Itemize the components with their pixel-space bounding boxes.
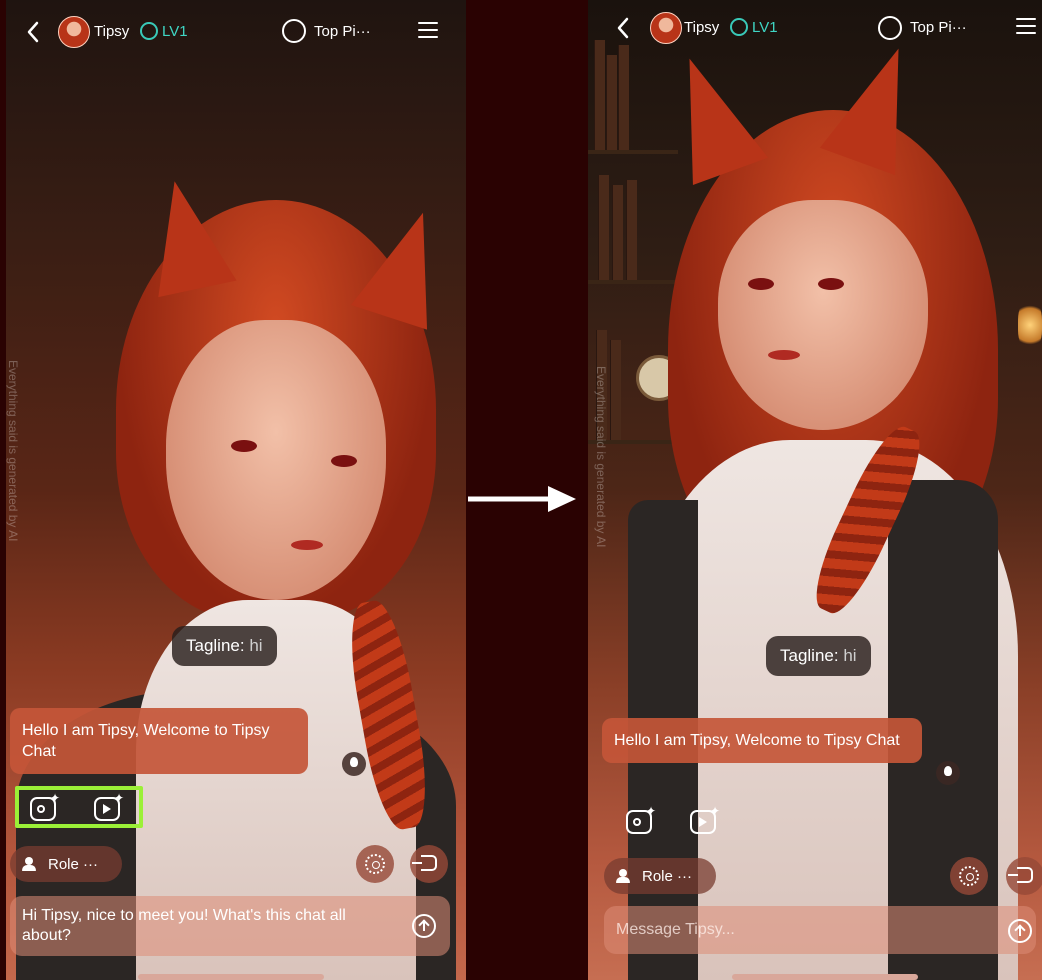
ai-disclaimer-watermark: Everything said is generated by AI	[594, 366, 608, 548]
swap-icon[interactable]	[282, 19, 306, 43]
message-input-placeholder: Message Tipsy...	[616, 921, 735, 938]
swap-icon[interactable]	[878, 16, 902, 40]
tagline-value: hi	[244, 636, 263, 655]
exit-icon	[1008, 867, 1033, 883]
person-icon	[616, 869, 630, 883]
exit-icon	[412, 855, 437, 871]
back-icon[interactable]	[610, 14, 638, 42]
arrow-icon	[468, 486, 576, 512]
character-illustration	[588, 0, 1042, 980]
tagline-label: Tagline:	[186, 636, 245, 655]
voice-icon	[959, 866, 979, 886]
chat-header: Tipsy LV1 Top Pi···	[588, 12, 1042, 50]
avatar[interactable]	[650, 12, 682, 44]
ai-disclaimer-watermark: Everything said is generated by AI	[6, 360, 20, 542]
send-icon[interactable]	[412, 914, 436, 938]
person-icon	[22, 857, 36, 871]
tagline-value: hi	[838, 646, 857, 665]
tagline-bubble: Tagline: hi	[172, 626, 277, 666]
level-icon	[140, 22, 158, 40]
role-label: Role ···	[48, 855, 99, 873]
chat-header: Tipsy LV1 Top Pi···	[6, 14, 466, 50]
message-input-value: Hi Tipsy, nice to meet you! What's this …	[22, 907, 346, 944]
exit-button[interactable]	[410, 845, 448, 883]
left-phone-screen: Everything said is generated by AI Tipsy…	[6, 0, 466, 980]
video-gen-icon[interactable]: ✦	[690, 805, 720, 834]
voice-button[interactable]	[950, 857, 988, 895]
bot-name[interactable]: Tipsy	[684, 19, 719, 36]
role-selector[interactable]: Role ···	[10, 846, 122, 882]
message-input[interactable]: Message Tipsy...	[604, 906, 1036, 954]
send-icon[interactable]	[1008, 919, 1032, 943]
voice-icon	[365, 854, 385, 874]
tagline-bubble: Tagline: hi	[766, 636, 871, 676]
back-icon[interactable]	[20, 18, 48, 46]
character-illustration	[6, 0, 466, 980]
greeting-message: Hello I am Tipsy, Welcome to Tipsy Chat	[602, 718, 922, 763]
exit-button[interactable]	[1006, 857, 1042, 895]
hint-icon[interactable]	[936, 761, 960, 785]
media-buttons-highlight	[15, 786, 143, 828]
tagline-label: Tagline:	[780, 646, 839, 665]
level-badge: LV1	[752, 19, 778, 36]
bot-name[interactable]: Tipsy	[94, 23, 129, 40]
hint-icon[interactable]	[342, 752, 366, 776]
level-badge: LV1	[162, 23, 188, 40]
topic-selector[interactable]: Top Pi···	[314, 23, 371, 40]
greeting-message: Hello I am Tipsy, Welcome to Tipsy Chat	[10, 708, 308, 774]
voice-button[interactable]	[356, 845, 394, 883]
right-phone-screen: Everything said is generated by AI Tipsy…	[588, 0, 1042, 980]
topic-selector[interactable]: Top Pi···	[910, 19, 967, 36]
menu-icon[interactable]	[1016, 18, 1036, 36]
home-indicator	[732, 974, 918, 980]
level-icon	[730, 18, 748, 36]
home-indicator	[138, 974, 324, 980]
message-input[interactable]: Hi Tipsy, nice to meet you! What's this …	[10, 896, 450, 956]
menu-icon[interactable]	[418, 22, 438, 40]
avatar[interactable]	[58, 16, 90, 48]
role-label: Role ···	[642, 867, 693, 885]
image-gen-icon[interactable]: ✦	[626, 805, 656, 834]
role-selector[interactable]: Role ···	[604, 858, 716, 894]
